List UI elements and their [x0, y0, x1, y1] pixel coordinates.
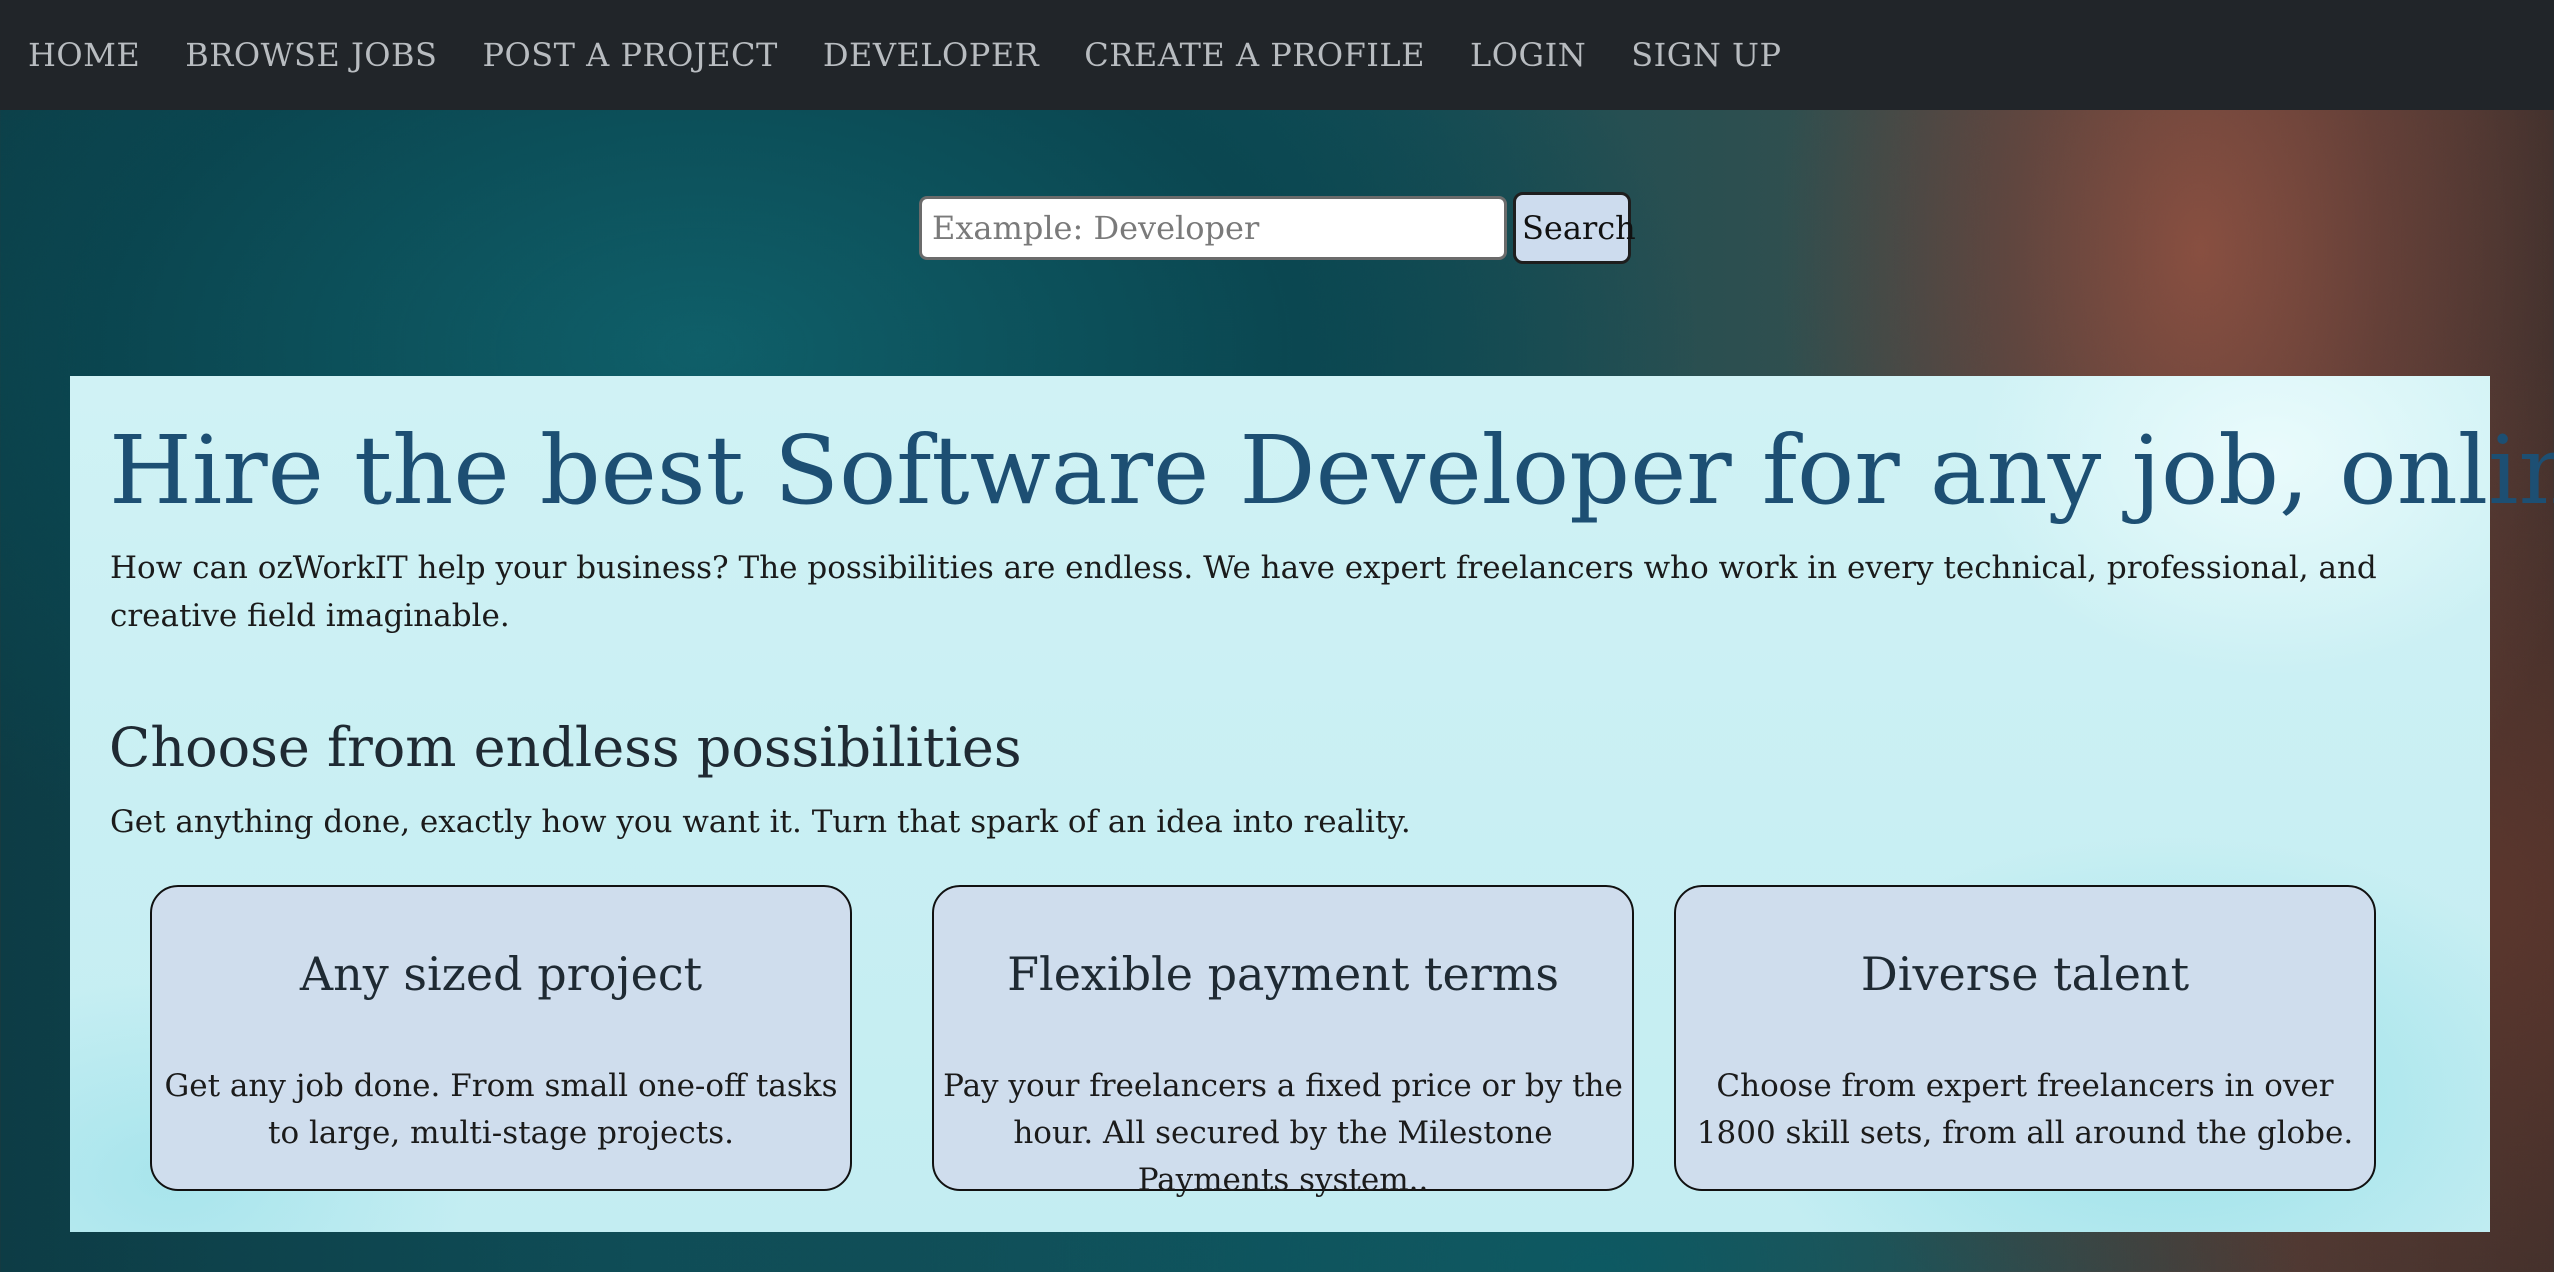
nav-item-post-a-project[interactable]: POST A PROJECT: [482, 36, 777, 74]
nav-item-sign-up[interactable]: SIGN UP: [1631, 36, 1781, 74]
search-input[interactable]: [919, 196, 1507, 260]
feature-card-diverse-talent: Diverse talent Choose from expert freela…: [1674, 885, 2376, 1191]
hero-panel: Hire the best Software Developer for any…: [70, 376, 2554, 1232]
card-title: Any sized project: [299, 947, 703, 1001]
feature-card-flexible-payment-terms: Flexible payment terms Pay your freelanc…: [932, 885, 1634, 1198]
nav-item-browse-jobs[interactable]: BROWSE JOBS: [185, 36, 437, 74]
nav-item-developer[interactable]: DEVELOPER: [823, 36, 1039, 74]
nav-item-login[interactable]: LOGIN: [1470, 36, 1586, 74]
card-text: Choose from expert freelancers in over 1…: [1696, 1068, 2354, 1151]
section-subheading: Choose from endless possibilities: [109, 716, 1022, 779]
search-bar: Search: [919, 192, 1636, 264]
card-text: Get any job done. From small one-off tas…: [164, 1068, 838, 1151]
nav-item-home[interactable]: HOME: [28, 36, 140, 74]
section-subtext: Get anything done, exactly how you want …: [110, 804, 1411, 840]
top-navbar: HOME BROWSE JOBS POST A PROJECT DEVELOPE…: [0, 0, 2554, 110]
feature-card-any-sized-project: Any sized project Get any job done. From…: [150, 885, 852, 1191]
card-text: Pay your freelancers a fixed price or by…: [943, 1068, 1623, 1198]
intro-paragraph: How can ozWorkIT help your business? The…: [110, 550, 2377, 634]
card-title: Flexible payment terms: [1007, 947, 1559, 1001]
card-title: Diverse talent: [1860, 947, 2190, 1001]
page-headline: Hire the best Software Developer for any…: [109, 416, 2554, 526]
search-button[interactable]: Search: [1513, 192, 1636, 264]
nav-menu: HOME BROWSE JOBS POST A PROJECT DEVELOPE…: [0, 0, 1827, 110]
nav-item-create-a-profile[interactable]: CREATE A PROFILE: [1084, 36, 1425, 74]
